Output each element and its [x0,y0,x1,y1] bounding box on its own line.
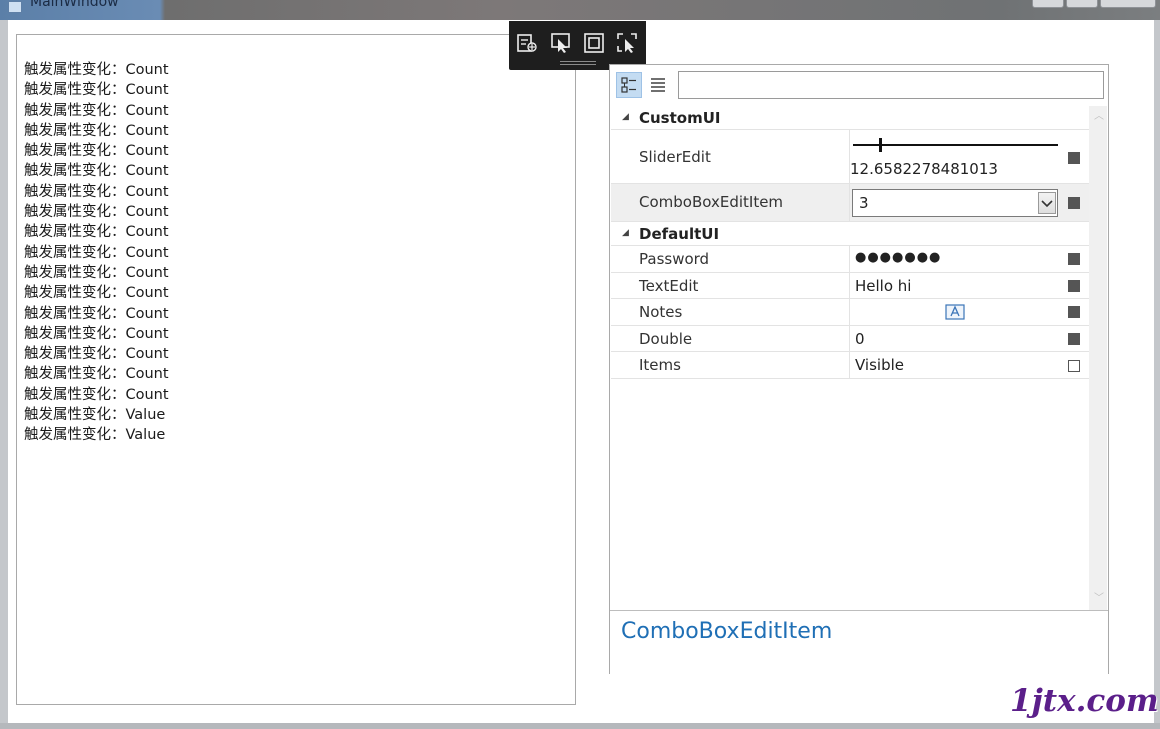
chevron-down-icon [1041,200,1053,208]
property-name: ComboBoxEditItem [639,193,784,211]
window-title: MainWindow [30,0,119,10]
layout-adorner-icon[interactable] [583,32,605,54]
track-focus-icon[interactable] [616,32,638,54]
property-row-comboboxedititem[interactable]: ComboBoxEditItem 3 [611,184,1089,222]
description-title: ComboBoxEditItem [621,619,833,644]
text-edit-field[interactable]: Hello hi [855,277,911,295]
log-line: 触发属性变化：Count [24,285,169,302]
event-log-list: 触发属性变化：Count 触发属性变化：Count 触发属性变化：Count 触发属性… [24,60,169,446]
scroll-down-icon[interactable]: ﹀ [1094,594,1104,604]
log-line: 触发属性变化：Count [24,183,169,200]
column-separator [849,246,850,272]
log-line: 触发属性变化：Count [24,224,169,241]
property-name: SliderEdit [639,148,711,166]
combo-dropdown-button[interactable] [1038,192,1056,214]
category-customui[interactable]: ◢ CustomUI [611,106,1089,130]
log-line: 触发属性变化：Count [24,82,169,99]
log-line: 触发属性变化：Count [24,143,169,160]
column-separator [849,184,850,221]
log-line: 触发属性变化：Value [24,427,166,444]
select-element-icon[interactable] [516,32,538,54]
property-row-slideredit[interactable]: SliderEdit 12.6582278481013 [611,130,1089,184]
window-frame-bottom [0,723,1160,729]
property-marker[interactable] [1068,253,1080,265]
log-line: 触发属性变化：Count [24,204,169,221]
log-line: 触发属性变化：Count [24,122,169,139]
list-icon [651,78,665,92]
property-marker[interactable] [1068,333,1080,345]
slider-edit-slider[interactable] [853,138,1059,152]
window-controls [1032,0,1156,8]
property-search-input[interactable] [678,71,1104,99]
log-line: 触发属性变化：Count [24,62,169,78]
property-marker[interactable] [1068,152,1080,164]
double-field[interactable]: 0 [855,330,865,348]
log-line: 触发属性变化：Count [24,346,169,363]
text-editor-icon[interactable] [945,304,965,320]
log-line: 触发属性变化：Count [24,244,169,261]
debug-toolbar [509,21,646,70]
window-frame-left [0,20,8,729]
log-line: 触发属性变化：Value [24,407,166,424]
close-button[interactable] [1100,0,1156,8]
log-line: 触发属性变化：Count [24,163,169,180]
property-row-notes[interactable]: Notes [611,299,1089,326]
minimize-button[interactable] [1032,0,1064,8]
property-marker[interactable] [1068,197,1080,209]
property-marker[interactable] [1068,280,1080,292]
property-row-items[interactable]: Items Visible [611,352,1089,379]
watermark-text: 1jtx.com [1010,683,1159,719]
log-line: 触发属性变化：Count [24,264,169,281]
property-row-password[interactable]: Password ●●●●●●● [611,246,1089,273]
items-value[interactable]: Visible [855,356,904,374]
property-name: TextEdit [639,277,699,295]
combo-selected-value: 3 [859,194,869,212]
slider-thumb[interactable] [879,138,882,152]
property-description-panel: ComboBoxEditItem [610,610,1108,674]
pick-element-icon[interactable] [550,32,572,54]
property-row-double[interactable]: Double 0 [611,326,1089,352]
category-label: CustomUI [639,109,721,127]
alphabetical-view-button[interactable] [645,72,671,98]
event-log-panel[interactable]: 触发属性变化：Count 触发属性变化：Count 触发属性变化：Count 触发属性… [16,34,576,705]
property-list: ◢ CustomUI SliderEdit 12.6582278481013 C… [611,106,1089,610]
combo-box-edit-item-select[interactable]: 3 [852,189,1058,217]
property-grid: ◢ CustomUI SliderEdit 12.6582278481013 C… [609,64,1109,674]
column-separator [849,299,850,325]
column-separator [849,326,850,351]
category-defaultui[interactable]: ◢ DefaultUI [611,222,1089,246]
property-grid-scrollbar[interactable]: ︿ ﹀ [1089,106,1107,610]
property-name: Notes [639,303,683,321]
scroll-up-icon[interactable]: ︿ [1094,112,1104,122]
property-marker[interactable] [1068,360,1080,372]
property-marker[interactable] [1068,306,1080,318]
property-name: Items [639,356,681,374]
property-row-textedit[interactable]: TextEdit Hello hi [611,273,1089,299]
categorized-icon [621,77,636,93]
window-frame-right [1154,20,1160,729]
categorized-view-button[interactable] [616,72,642,98]
slider-value-text: 12.6582278481013 [850,160,998,178]
property-name: Double [639,330,693,348]
property-grid-toolbar [610,65,1108,103]
log-line: 触发属性变化：Count [24,366,169,383]
category-label: DefaultUI [639,225,720,243]
app-icon [8,1,22,13]
log-line: 触发属性变化：Count [24,325,169,342]
log-line: 触发属性变化：Count [24,305,169,322]
log-line: 触发属性变化：Count [24,386,169,403]
window-title-bar[interactable]: MainWindow [0,0,1160,20]
property-name: Password [639,250,710,268]
column-separator [849,273,850,298]
maximize-button[interactable] [1066,0,1098,8]
log-line: 触发属性变化：Count [24,102,169,119]
password-field[interactable]: ●●●●●●● [855,250,941,265]
collapse-triangle-icon[interactable]: ◢ [622,112,629,122]
column-separator [849,352,850,378]
collapse-triangle-icon[interactable]: ◢ [622,228,629,238]
toolbar-grip[interactable] [560,61,596,65]
